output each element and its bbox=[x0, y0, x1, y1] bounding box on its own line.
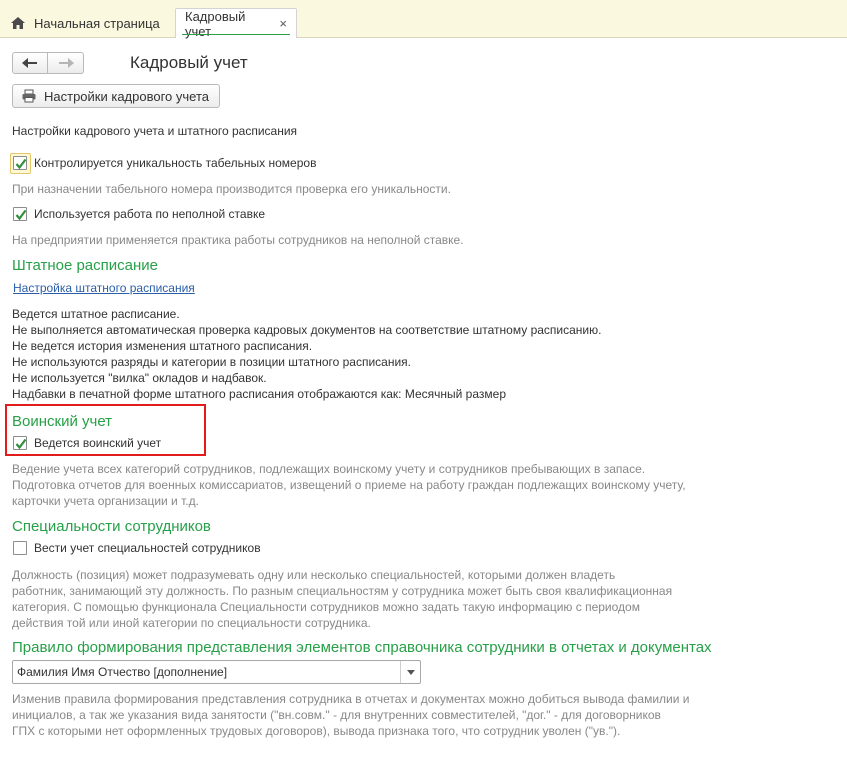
active-tab-underline bbox=[182, 34, 290, 35]
staffing-status-line: Надбавки в печатной форме штатного распи… bbox=[12, 387, 506, 401]
forward-button[interactable] bbox=[48, 52, 84, 74]
representation-hint-line: инициалов, а так же указания вида занято… bbox=[12, 708, 661, 722]
staffing-status-line: Не используется "вилка" окладов и надбав… bbox=[12, 371, 267, 385]
staffing-status-line: Не выполняется автоматическая проверка к… bbox=[12, 323, 602, 337]
checkbox-label: Ведется воинский учет bbox=[34, 436, 162, 450]
home-icon bbox=[10, 16, 26, 30]
checkbox[interactable] bbox=[13, 541, 27, 555]
specialties-checkbox[interactable]: Вести учет специальностей сотрудников bbox=[13, 541, 261, 555]
staffing-status-line: Ведется штатное расписание. bbox=[12, 307, 180, 321]
specialties-hint-line: Должность (позиция) может подразумевать … bbox=[12, 568, 616, 582]
staffing-status-line: Не ведется история изменения штатного ра… bbox=[12, 339, 313, 353]
military-records-checkbox[interactable]: Ведется воинский учет bbox=[13, 436, 161, 450]
military-heading: Воинский учет bbox=[12, 413, 113, 430]
specialties-hint-line: действия той или иной категории по специ… bbox=[12, 616, 371, 630]
hr-settings-button[interactable]: Настройки кадрового учета bbox=[12, 84, 220, 108]
staffing-settings-link[interactable]: Настройка штатного расписания bbox=[13, 280, 195, 296]
check-icon bbox=[15, 438, 27, 450]
representation-select[interactable]: Фамилия Имя Отчество [дополнение] bbox=[12, 660, 421, 684]
general-settings-caption: Настройки кадрового учета и штатного рас… bbox=[12, 124, 298, 138]
forward-arrow-icon bbox=[58, 58, 74, 68]
select-value: Фамилия Имя Отчество [дополнение] bbox=[17, 665, 228, 679]
checkbox[interactable] bbox=[13, 436, 27, 450]
checkbox[interactable] bbox=[13, 156, 27, 170]
specialties-hint-line: категория. С помощью функционала Специал… bbox=[12, 600, 640, 614]
checkbox[interactable] bbox=[13, 207, 27, 221]
staffing-status-line: Не используются разряды и категории в по… bbox=[12, 355, 412, 369]
back-button[interactable] bbox=[12, 52, 48, 74]
staffing-heading: Штатное расписание bbox=[12, 257, 159, 274]
printer-icon bbox=[21, 89, 37, 103]
dropdown-button[interactable] bbox=[400, 661, 420, 683]
part-time-checkbox[interactable]: Используется работа по неполной ставке bbox=[13, 207, 265, 221]
military-hint-line: карточки учета организации и т.д. bbox=[12, 494, 199, 508]
representation-hint-line: Изменив правила формирования представлен… bbox=[12, 692, 690, 706]
specialties-heading: Специальности сотрудников bbox=[12, 518, 211, 535]
tab-label: Начальная страница bbox=[34, 15, 160, 31]
page-title: Кадровый учет bbox=[130, 53, 248, 72]
close-icon[interactable]: × bbox=[279, 16, 287, 31]
specialties-hint-line: работник, занимающий эту должность. По р… bbox=[12, 584, 673, 598]
check-icon bbox=[15, 209, 27, 221]
tab-home[interactable]: Начальная страница bbox=[0, 8, 170, 38]
checkbox-label: Используется работа по неполной ставке bbox=[34, 207, 266, 221]
military-hint-line: Подготовка отчетов для военных комиссари… bbox=[12, 478, 686, 492]
unique-tab-numbers-checkbox[interactable]: Контролируется уникальность табельных но… bbox=[13, 156, 316, 170]
representation-hint-line: ГПХ с которыми нет оформленных трудовых … bbox=[12, 724, 621, 738]
check-icon bbox=[15, 158, 27, 170]
checkbox-label: Вести учет специальностей сотрудников bbox=[34, 541, 261, 555]
hr-settings-button-label: Настройки кадрового учета bbox=[44, 88, 210, 104]
representation-heading: Правило формирования представления элеме… bbox=[12, 639, 712, 656]
chevron-down-icon bbox=[406, 669, 415, 675]
military-hint-line: Ведение учета всех категорий сотрудников… bbox=[12, 462, 646, 476]
part-time-hint: На предприятии применяется практика рабо… bbox=[12, 233, 464, 247]
back-arrow-icon bbox=[22, 58, 38, 68]
tab-hr-accounting[interactable]: Кадровый учет × bbox=[175, 8, 297, 39]
checkbox-label: Контролируется уникальность табельных но… bbox=[34, 156, 317, 170]
unique-tab-numbers-hint: При назначении табельного номера произво… bbox=[12, 182, 451, 196]
